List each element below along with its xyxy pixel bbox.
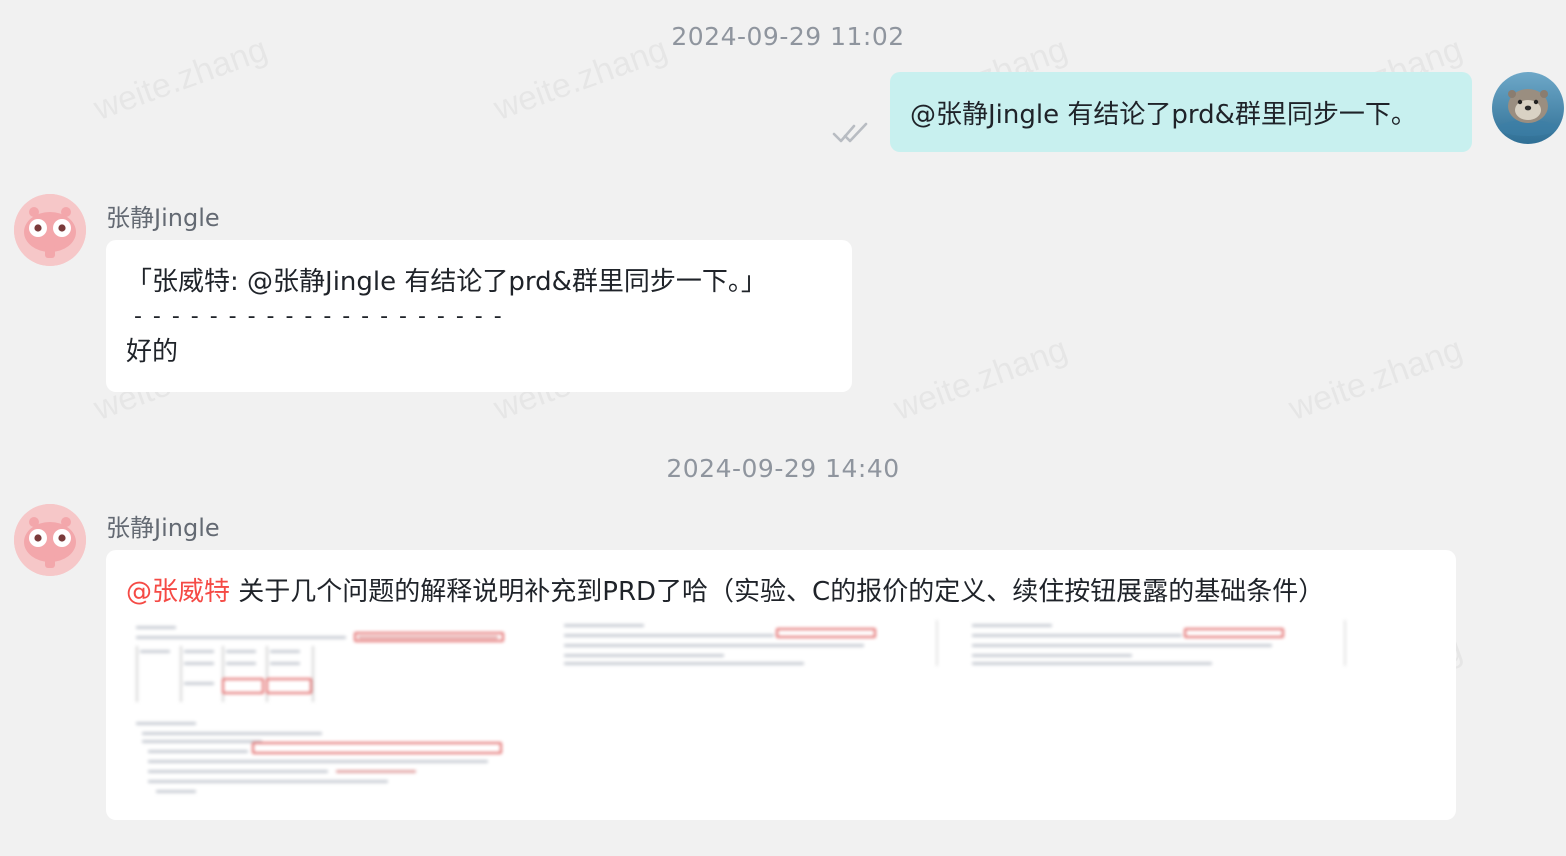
reply-text: 好的	[126, 337, 179, 367]
image-thumbnail[interactable]	[126, 714, 524, 798]
quoted-message: 「张威特: @张静Jingle 有结论了prd&群里同步一下。」	[126, 267, 767, 297]
message-timestamp: 2024-09-29 11:02	[671, 22, 905, 51]
quote-divider: - - - - - - - - - - - - - - - - - - - -	[134, 304, 504, 329]
sender-name[interactable]: 张静Jingle	[106, 508, 220, 543]
message-text: @张威特 关于几个问题的解释说明补充到PRD了哈（实验、C的报价的定义、续住按钮…	[126, 574, 1436, 610]
image-thumbnail[interactable]	[126, 620, 520, 706]
incoming-message-bubble[interactable]: 「张威特: @张静Jingle 有结论了prd&群里同步一下。」 - - - -…	[106, 240, 852, 392]
message-timestamp: 2024-09-29 14:40	[666, 454, 900, 483]
double-check-icon	[832, 122, 868, 143]
chat-window: weite.zhang weite.zhang weite.zhang weit…	[0, 0, 1566, 856]
avatar[interactable]	[14, 504, 86, 576]
watermark-text: weite.zhang	[889, 330, 1073, 429]
pink-creature-avatar-icon	[14, 194, 86, 266]
outgoing-message-bubble[interactable]: @张静Jingle 有结论了prd&群里同步一下。	[890, 72, 1472, 152]
image-attachments	[126, 620, 1436, 800]
sea-otter-avatar-icon	[1492, 72, 1564, 144]
avatar[interactable]	[14, 194, 86, 266]
incoming-message-bubble[interactable]: @张威特 关于几个问题的解释说明补充到PRD了哈（实验、C的报价的定义、续住按钮…	[106, 550, 1456, 820]
avatar[interactable]	[1492, 72, 1564, 144]
image-thumbnail[interactable]	[964, 620, 1346, 666]
sender-name[interactable]: 张静Jingle	[106, 198, 220, 233]
message-body: 关于几个问题的解释说明补充到PRD了哈（实验、C的报价的定义、续住按钮展露的基础…	[230, 577, 1325, 607]
mention-link[interactable]: @张威特	[126, 577, 230, 607]
outgoing-message-text: @张静Jingle 有结论了prd&群里同步一下。	[910, 99, 1417, 130]
image-thumbnail[interactable]	[556, 620, 938, 666]
pink-creature-avatar-icon	[14, 504, 86, 576]
watermark-text: weite.zhang	[1284, 330, 1468, 429]
